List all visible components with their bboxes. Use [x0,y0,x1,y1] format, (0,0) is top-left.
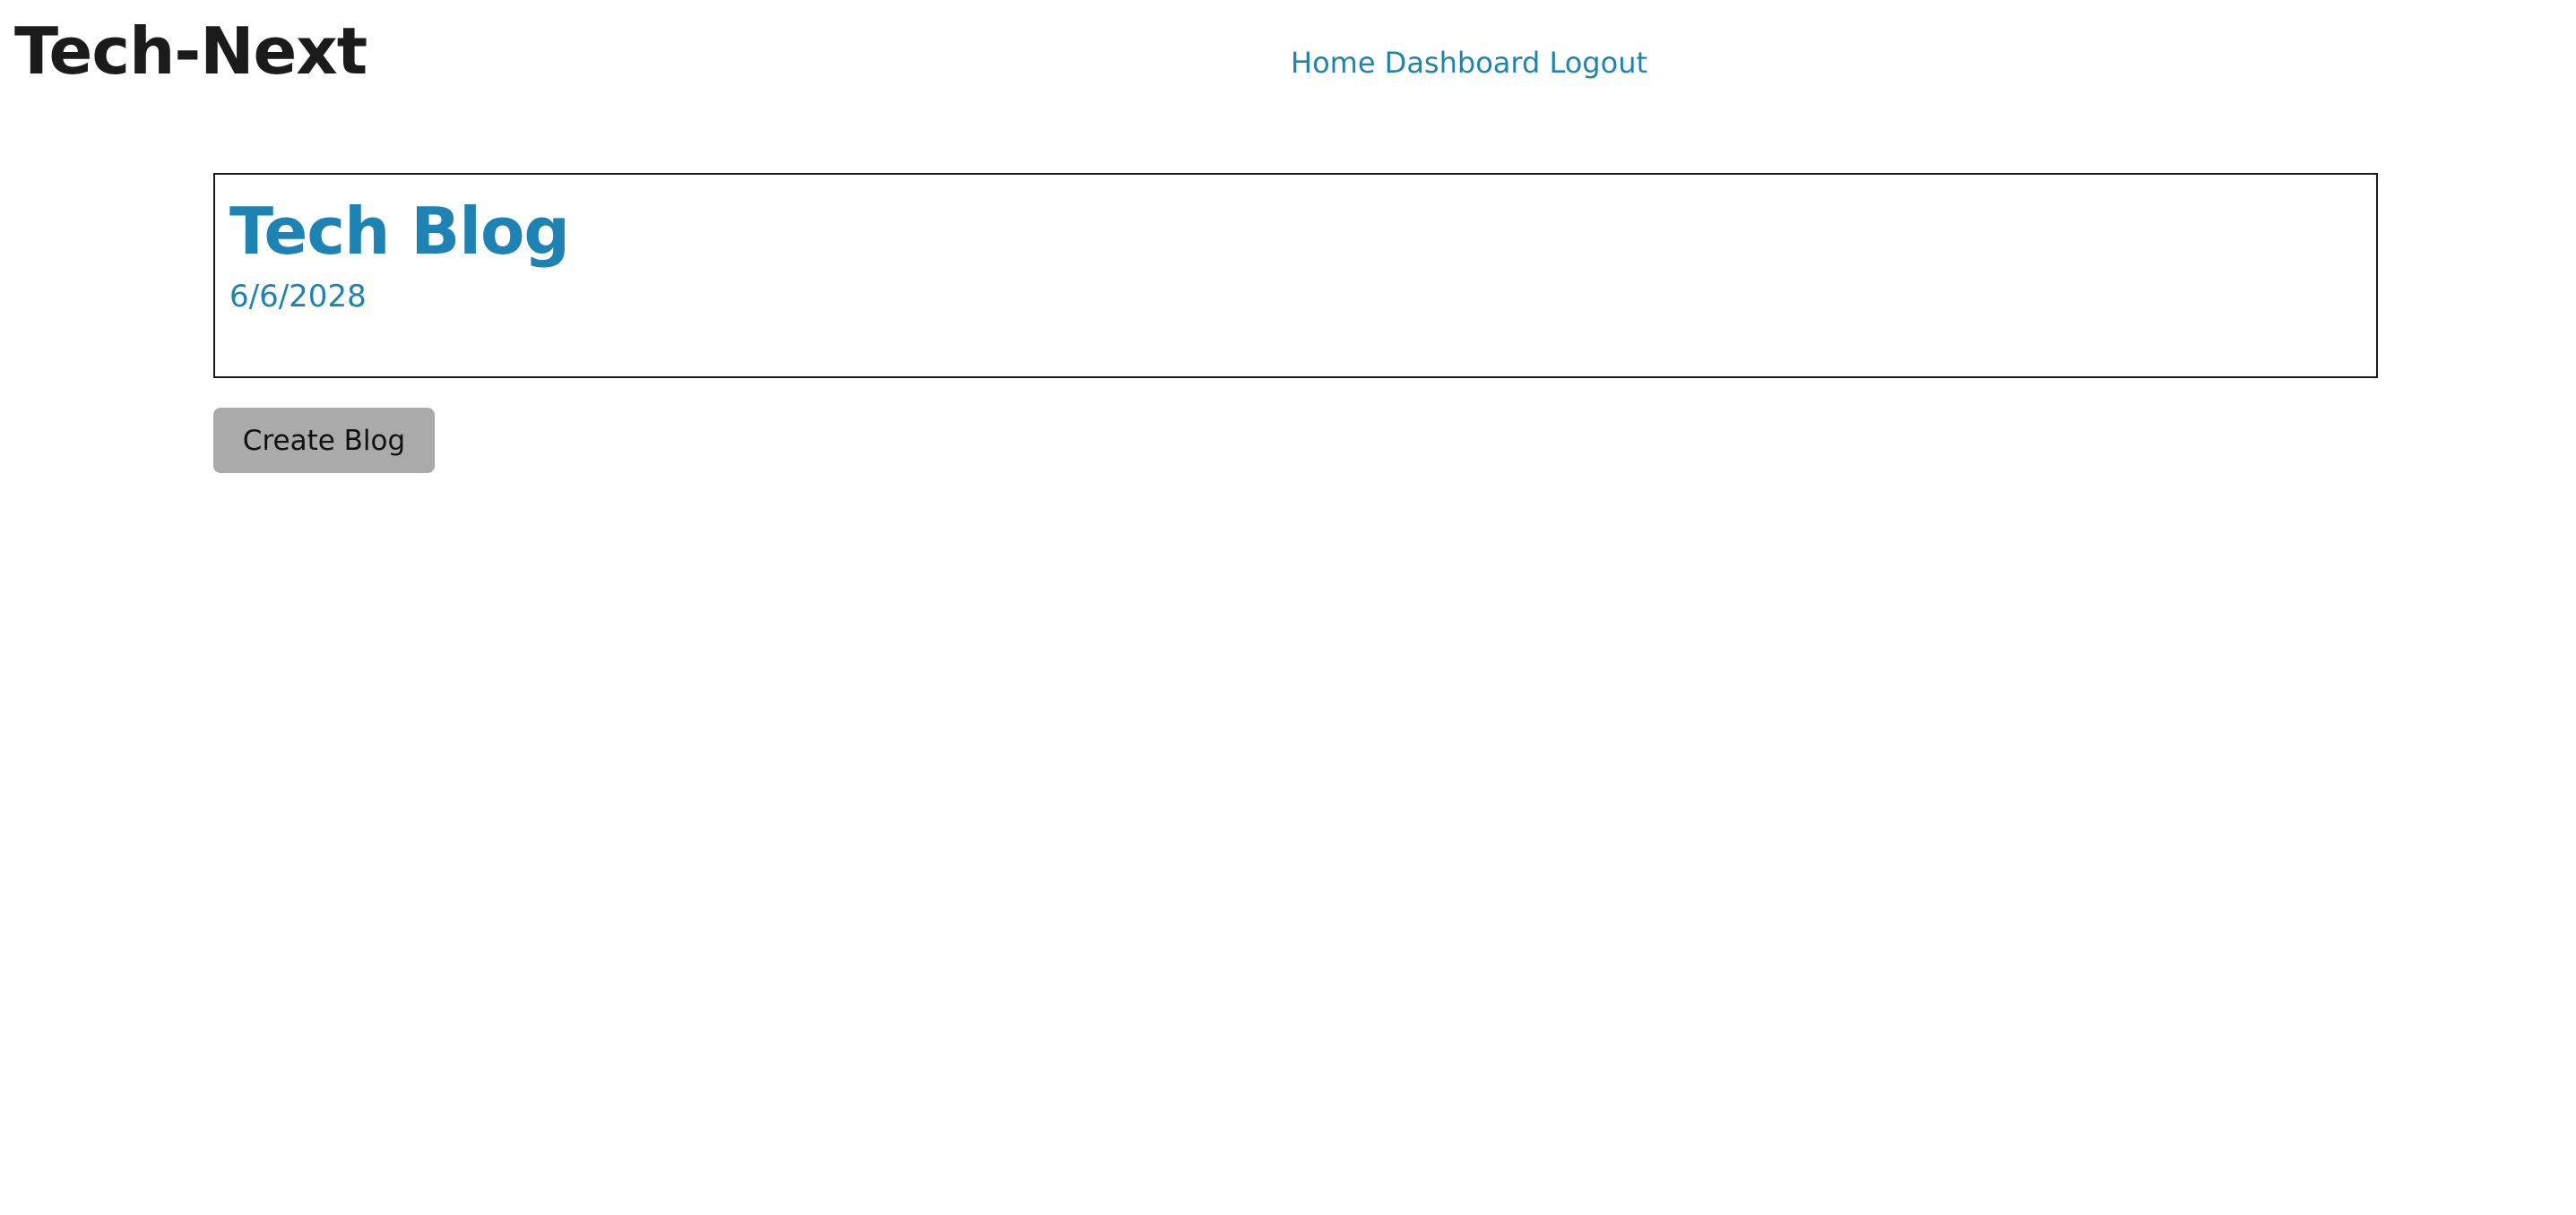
site-title: Tech-Next [14,13,367,89]
site-header: Tech-Next Home Dashboard Logout [0,0,2576,134]
main-nav: Home Dashboard Logout [1291,41,1647,84]
nav-link-dashboard[interactable]: Dashboard [1385,46,1541,80]
nav-link-logout[interactable]: Logout [1549,46,1647,80]
create-blog-button[interactable]: Create Blog [213,408,435,473]
blog-post-date: 6/6/2028 [229,279,367,315]
blog-post-title[interactable]: Tech Blog [229,193,2362,270]
nav-link-home[interactable]: Home [1291,46,1376,80]
dashboard-main: Tech Blog 6/6/2028 Create Blog [213,173,2378,473]
blog-post-card[interactable]: Tech Blog 6/6/2028 [213,173,2378,378]
